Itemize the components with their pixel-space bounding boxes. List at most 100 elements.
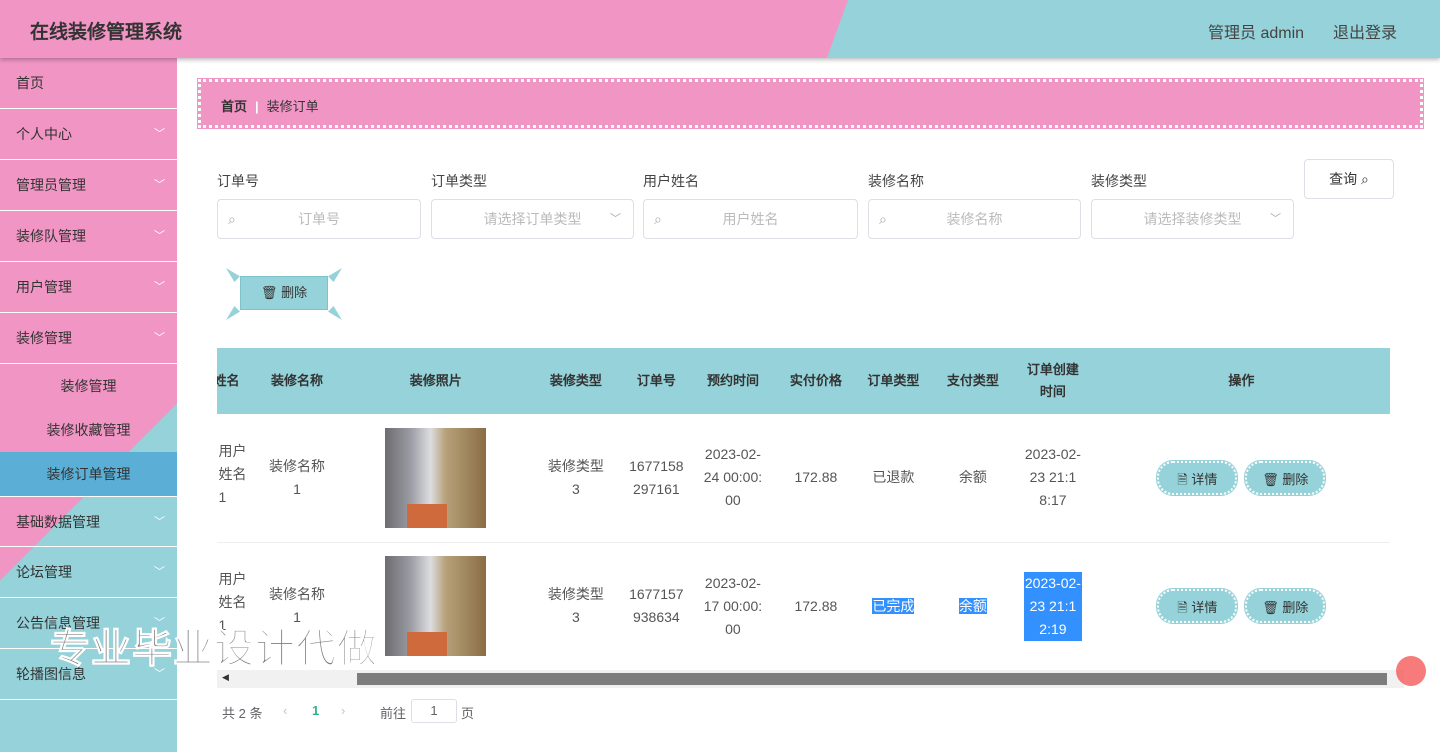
current-user: 管理员 admin (1208, 25, 1305, 42)
column-header: 装修名称 (249, 348, 345, 414)
column-header: 支付类型 (932, 348, 1014, 414)
delete-button[interactable]: 🗑 删除 (1244, 459, 1327, 496)
chevron-down-icon: ﹀ (154, 281, 165, 293)
cell-order-type: 已退款 (854, 414, 933, 543)
search-icon: ⌕ (228, 211, 236, 227)
placeholder: 订单号 (298, 211, 340, 227)
column-header: 操作 (1092, 348, 1390, 414)
cell-name: 用户姓名1 (217, 414, 250, 543)
sidebar-item-label: 装修队管理 (16, 228, 86, 244)
table-row: 用户姓名1 装修名称1 装修类型3 1677157938634 2023-02-… (217, 542, 1390, 671)
chevron-down-icon: ﹀ (1270, 213, 1281, 225)
column-header: 预约时间 (688, 348, 778, 414)
decoration-photo[interactable] (385, 427, 487, 528)
cell-created-time: 2023-02-23 21:18:17 (1013, 414, 1093, 543)
cell-actions: 🗎 详情 🗑 删除 (1092, 414, 1390, 543)
cell-deco-name: 装修名称1 (249, 414, 345, 543)
next-page-button[interactable]: › (341, 703, 345, 718)
search-input[interactable]: ⌕ 用户姓名 (643, 199, 858, 239)
cell-price: 172.88 (777, 542, 855, 671)
search-select[interactable]: 请选择装修类型 ﹀ (1091, 199, 1294, 239)
chevron-down-icon: ﹀ (154, 566, 165, 578)
delete-label: 删除 (281, 285, 308, 300)
cell-type: 装修类型3 (527, 414, 625, 543)
column-header: 实付价格 (777, 348, 855, 414)
breadcrumb: 首页 | 装修订单 (197, 78, 1424, 129)
search-icon: ⌕ (654, 211, 662, 227)
search-input[interactable]: ⌕ 装修名称 (868, 199, 1081, 239)
column-header: 装修照片 (344, 348, 528, 414)
placeholder: 请选择订单类型 (483, 211, 582, 227)
column-header: 订单号 (624, 348, 689, 414)
logout-link[interactable]: 退出登录 (1333, 19, 1397, 43)
placeholder: 用户姓名 (722, 211, 779, 227)
query-button[interactable]: 查询 ⌕ (1304, 159, 1394, 199)
sidebar-item[interactable]: 个人中心 ﹀ (0, 109, 177, 160)
breadcrumb-current: 装修订单 (266, 99, 319, 114)
cell-booking-time: 2023-02-24 00:00:00 (688, 414, 778, 543)
page-number[interactable]: 1 (312, 703, 319, 718)
column-header: 姓名 (217, 348, 250, 414)
search-icon: ⌕ (879, 211, 887, 227)
trash-icon: 🗑 (260, 285, 278, 300)
search-icon: ⌕ (1361, 171, 1369, 187)
cursor-indicator (1396, 656, 1426, 686)
search-label: 订单类型 (431, 173, 487, 189)
orders-table: 姓名 装修名称 装修照片 装修类型 订单号 预约时间 实付价格 订单类型 支付类型 订单创建时间操… (217, 348, 1404, 688)
sidebar-item[interactable]: 用户管理 ﹀ (0, 262, 177, 313)
breadcrumb-home[interactable]: 首页 (221, 99, 247, 114)
batch-delete-button[interactable]: 🗑 删除 (240, 276, 328, 310)
search-input[interactable]: ⌕ 订单号 (217, 199, 421, 239)
cell-price: 172.88 (777, 414, 855, 543)
detail-button[interactable]: 🗎 详情 (1156, 588, 1239, 624)
decor-corner (328, 306, 342, 320)
app-title: 在线装修管理系统 (30, 22, 183, 43)
sidebar-item-label: 个人中心 (16, 126, 72, 142)
column-header: 订单创建时间 (1013, 348, 1093, 414)
sidebar-item-label: 基础数据管理 (16, 514, 100, 530)
sidebar-item[interactable]: 基础数据管理 ﹀ (0, 496, 177, 547)
chevron-down-icon: ﹀ (610, 213, 621, 225)
sidebar-subitem[interactable]: 装修管理 (0, 364, 177, 408)
chevron-down-icon: ﹀ (154, 128, 165, 140)
scrollbar-thumb[interactable] (357, 673, 1387, 685)
cell-order-no: 1677157938634 (624, 542, 689, 671)
sidebar-item[interactable]: 装修管理 ﹀ (0, 313, 177, 364)
decoration-photo[interactable] (385, 556, 487, 656)
cell-order-no: 1677158297161 (624, 414, 689, 543)
table-row: 用户姓名1 装修名称1 装修类型3 1677158297161 2023-02-… (217, 414, 1390, 543)
goto-page-input[interactable]: 1 (411, 699, 457, 723)
placeholder: 装修名称 (946, 211, 1003, 227)
column-header: 装修类型 (527, 348, 625, 414)
chevron-down-icon: ﹀ (154, 332, 165, 344)
chevron-down-icon: ﹀ (154, 516, 165, 528)
sidebar-subitem[interactable]: 装修订单管理 (0, 452, 177, 496)
sidebar-item[interactable]: 论坛管理 ﹀ (0, 547, 177, 598)
horizontal-scrollbar[interactable]: ◀ (217, 670, 1404, 688)
page-unit: 页 (461, 706, 475, 721)
cell-pay-type: 余额 (932, 542, 1014, 671)
decor-corner (226, 306, 240, 320)
sidebar-item-label: 用户管理 (16, 279, 72, 295)
sidebar-item-label: 首页 (16, 75, 44, 91)
detail-button[interactable]: 🗎 详情 (1156, 459, 1239, 496)
sidebar-item[interactable]: 首页 (0, 58, 177, 109)
search-select[interactable]: 请选择订单类型 ﹀ (431, 199, 634, 239)
prev-page-button[interactable]: ‹ (283, 703, 287, 718)
goto-label: 前往 (380, 706, 407, 721)
search-label: 订单号 (217, 173, 259, 189)
cell-actions: 🗎 详情 🗑 删除 (1092, 542, 1390, 671)
sidebar-item[interactable]: 装修队管理 ﹀ (0, 211, 177, 262)
cell-photo (344, 414, 528, 543)
cell-created-time: 2023-02-23 21:12:19 (1013, 542, 1093, 671)
cell-order-type: 已完成 (854, 542, 933, 671)
search-label: 装修名称 (868, 173, 924, 189)
search-label: 用户姓名 (643, 173, 699, 189)
delete-button[interactable]: 🗑 删除 (1244, 588, 1327, 624)
sidebar-item-label: 论坛管理 (16, 564, 72, 580)
decor-corner (226, 268, 240, 282)
sidebar-item[interactable]: 管理员管理 ﹀ (0, 160, 177, 211)
pagination-total: 共 2 条 (222, 706, 263, 721)
sidebar-subitem[interactable]: 装修收藏管理 (0, 408, 177, 452)
placeholder: 请选择装修类型 (1143, 211, 1242, 227)
